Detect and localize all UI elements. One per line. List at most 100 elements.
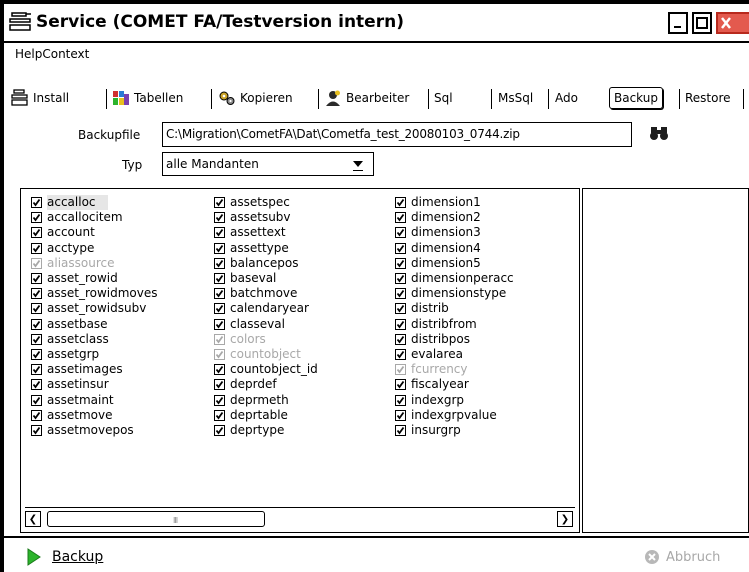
list-item[interactable]: assetclass <box>31 332 158 347</box>
checkbox[interactable] <box>214 409 225 421</box>
checkbox[interactable] <box>31 394 42 406</box>
checkbox[interactable] <box>395 303 406 315</box>
list-item[interactable]: assetinsur <box>31 377 158 392</box>
checkbox[interactable] <box>31 424 42 436</box>
list-item[interactable]: batchmove <box>214 286 318 301</box>
checkbox[interactable] <box>395 212 406 224</box>
checkbox[interactable] <box>214 197 225 209</box>
close-button[interactable] <box>716 12 749 34</box>
list-item[interactable]: insurgrp <box>395 423 514 438</box>
checkbox[interactable] <box>395 227 406 239</box>
list-item[interactable]: assettype <box>214 241 318 256</box>
checkbox[interactable] <box>31 318 42 330</box>
list-item[interactable]: dimension2 <box>395 210 514 225</box>
list-item[interactable]: indexgrp <box>395 392 514 407</box>
maximize-button[interactable] <box>692 12 712 34</box>
checkbox[interactable] <box>395 273 406 285</box>
list-item[interactable]: baseval <box>214 271 318 286</box>
toolbar-backup[interactable]: Backup <box>609 87 663 109</box>
checkbox[interactable] <box>395 242 406 254</box>
list-item[interactable]: deprtable <box>214 408 318 423</box>
list-item[interactable]: distrib <box>395 301 514 316</box>
checkbox[interactable] <box>31 273 42 285</box>
menu-helpcontext[interactable]: HelpContext <box>15 47 89 61</box>
toolbar-mssql[interactable]: MsSql <box>498 86 533 110</box>
checkbox[interactable] <box>395 288 406 300</box>
horizontal-scrollbar[interactable]: ❮ III ❯ <box>25 507 575 528</box>
list-item[interactable]: assetbase <box>31 317 158 332</box>
checkbox[interactable] <box>214 379 225 391</box>
checkbox[interactable] <box>395 257 406 269</box>
checkbox[interactable] <box>214 394 225 406</box>
toolbar-kopieren[interactable]: Kopieren <box>218 86 293 110</box>
toolbar-install[interactable]: Install <box>11 86 69 110</box>
checkbox[interactable] <box>31 303 42 315</box>
checkbox[interactable] <box>214 424 225 436</box>
backup-button[interactable]: Backup <box>26 548 103 566</box>
checkbox[interactable] <box>214 318 225 330</box>
binoculars-icon[interactable] <box>649 124 669 142</box>
checkbox[interactable] <box>395 379 406 391</box>
checkbox[interactable] <box>395 348 406 360</box>
list-item[interactable]: assetsubv <box>214 210 318 225</box>
checkbox[interactable] <box>31 227 42 239</box>
list-item[interactable]: dimension3 <box>395 225 514 240</box>
list-item[interactable]: balancepos <box>214 256 318 271</box>
list-item[interactable]: asset_rowidsubv <box>31 301 158 316</box>
list-item[interactable]: dimensionstype <box>395 286 514 301</box>
list-item[interactable]: deprdef <box>214 377 318 392</box>
list-item[interactable]: dimensionperacc <box>395 271 514 286</box>
list-item[interactable]: assettext <box>214 225 318 240</box>
scroll-left-button[interactable]: ❮ <box>25 511 41 527</box>
scroll-right-button[interactable]: ❯ <box>557 511 573 527</box>
list-item[interactable]: asset_rowid <box>31 271 158 286</box>
backupfile-field[interactable]: C:\Migration\CometFA\Dat\Cometfa_test_20… <box>162 122 632 147</box>
checkbox[interactable] <box>31 288 42 300</box>
checkbox[interactable] <box>214 288 225 300</box>
list-item[interactable]: distribpos <box>395 332 514 347</box>
checkbox[interactable] <box>31 364 42 376</box>
list-item[interactable]: distribfrom <box>395 317 514 332</box>
list-item[interactable]: dimension4 <box>395 241 514 256</box>
checkbox[interactable] <box>214 303 225 315</box>
list-item[interactable]: countobject_id <box>214 362 318 377</box>
typ-select[interactable]: alle Mandanten <box>162 152 374 176</box>
checkbox[interactable] <box>395 424 406 436</box>
checkbox[interactable] <box>395 409 406 421</box>
checkbox[interactable] <box>31 379 42 391</box>
list-item[interactable]: assetimages <box>31 362 158 377</box>
toolbar-ado[interactable]: Ado <box>555 86 578 110</box>
list-item[interactable]: assetgrp <box>31 347 158 362</box>
list-item[interactable]: accallocitem <box>31 210 158 225</box>
list-item[interactable]: deprtype <box>214 423 318 438</box>
toolbar-sql[interactable]: Sql <box>434 86 453 110</box>
checkbox[interactable] <box>214 242 225 254</box>
toolbar-tabellen[interactable]: Tabellen <box>112 86 183 110</box>
checkbox[interactable] <box>395 333 406 345</box>
toolbar-bearbeiter[interactable]: Bearbeiter <box>324 86 409 110</box>
checkbox[interactable] <box>214 212 225 224</box>
minimize-button[interactable] <box>668 12 688 34</box>
list-item[interactable]: acctype <box>31 241 158 256</box>
toolbar-restore[interactable]: Restore <box>685 86 731 110</box>
checkbox[interactable] <box>214 273 225 285</box>
scrollbar-thumb[interactable]: III <box>47 511 265 527</box>
list-item[interactable]: assetmaint <box>31 392 158 407</box>
title-bar[interactable]: Service (COMET FA/Testversion intern) <box>4 4 749 43</box>
list-item[interactable]: fiscalyear <box>395 377 514 392</box>
checkbox[interactable] <box>214 257 225 269</box>
checkbox[interactable] <box>214 227 225 239</box>
list-item[interactable]: assetmove <box>31 408 158 423</box>
list-item[interactable]: account <box>31 225 158 240</box>
list-item[interactable]: asset_rowidmoves <box>31 286 158 301</box>
checkbox[interactable] <box>395 197 406 209</box>
chevron-down-icon[interactable] <box>353 161 363 167</box>
checkbox[interactable] <box>31 197 42 209</box>
list-item[interactable]: assetspec <box>214 195 318 210</box>
checkbox[interactable] <box>214 364 225 376</box>
list-item[interactable]: deprmeth <box>214 392 318 407</box>
checkbox[interactable] <box>31 348 42 360</box>
list-item[interactable]: calendaryear <box>214 301 318 316</box>
list-item[interactable]: dimension1 <box>395 195 514 210</box>
list-item[interactable]: assetmovepos <box>31 423 158 438</box>
